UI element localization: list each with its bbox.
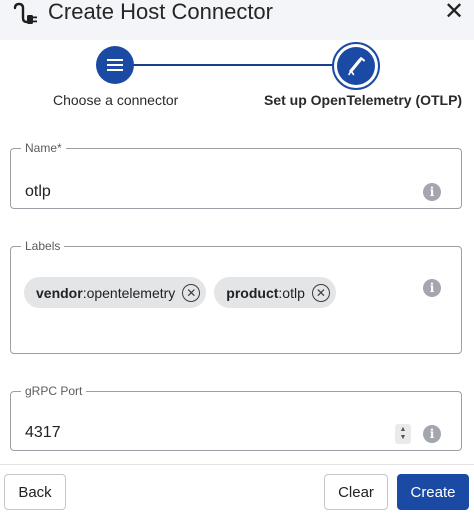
dialog-header: Create Host Connector ✕ <box>0 0 474 40</box>
info-icon[interactable]: i <box>423 183 441 201</box>
grpc-port-input[interactable]: 4317 <box>25 424 61 442</box>
labels-field[interactable]: Labels vendor: opentelemetry ✕ product: ot… <box>10 239 462 354</box>
dialog-title: Create Host Connector <box>48 0 273 24</box>
create-button[interactable]: Create <box>397 474 469 510</box>
back-button[interactable]: Back <box>4 474 66 510</box>
footer-divider <box>0 464 474 465</box>
remove-chip-icon[interactable]: ✕ <box>311 283 330 302</box>
stepper-connector-line <box>132 64 340 66</box>
labels-field-label: Labels <box>25 239 61 253</box>
step-2-indicator <box>337 47 375 85</box>
grpc-port-field-label: gRPC Port <box>25 384 83 398</box>
label-chip[interactable]: vendor: opentelemetry ✕ <box>24 277 207 308</box>
chip-key: product <box>226 284 279 301</box>
step-2-label: Set up OpenTelemetry (OTLP) <box>264 92 463 108</box>
chevron-down-icon[interactable]: ▼ <box>400 434 407 442</box>
chevron-up-icon[interactable]: ▲ <box>400 426 407 434</box>
number-stepper[interactable]: ▲ ▼ <box>395 424 411 444</box>
close-button[interactable]: ✕ <box>440 0 468 26</box>
name-input[interactable]: otlp <box>25 183 51 201</box>
chip-key: vendor <box>36 284 83 301</box>
chip-value: opentelemetry <box>86 284 176 301</box>
info-icon[interactable]: i <box>423 425 441 443</box>
plug-icon <box>13 2 37 24</box>
step-1-indicator[interactable] <box>96 46 134 84</box>
name-field[interactable]: Name* otlp i <box>10 141 462 209</box>
info-icon[interactable]: i <box>423 279 441 297</box>
remove-chip-icon[interactable]: ✕ <box>182 283 201 302</box>
label-chip[interactable]: product: otlp ✕ <box>214 277 336 308</box>
clear-button[interactable]: Clear <box>324 474 388 510</box>
telescope-icon <box>348 57 365 76</box>
menu-icon <box>107 59 123 71</box>
chip-value: otlp <box>282 284 305 301</box>
labels-chip-list: vendor: opentelemetry ✕ product: otlp ✕ <box>24 277 336 308</box>
step-1-label: Choose a connector <box>53 92 179 108</box>
grpc-port-field[interactable]: gRPC Port 4317 ▲ ▼ i <box>10 384 462 451</box>
name-field-label: Name* <box>25 141 62 155</box>
